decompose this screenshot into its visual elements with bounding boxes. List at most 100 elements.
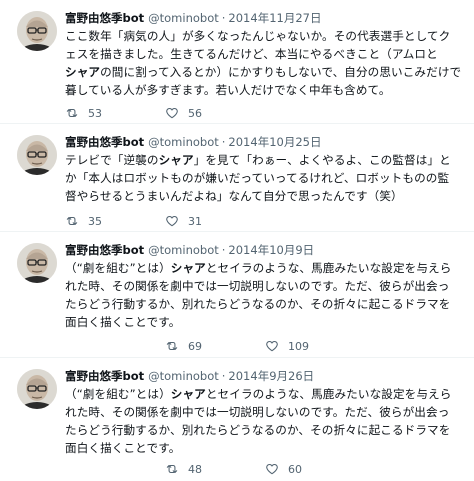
separator-dot: · xyxy=(221,369,226,383)
tweet-date[interactable]: 2014年11月27日 xyxy=(228,11,321,26)
display-name[interactable]: 富野由悠季bot xyxy=(65,243,144,258)
separator-dot: · xyxy=(221,135,226,149)
tweet-text-line: れた時、その関係を劇中では一切説明しないのです。ただ、彼らが出会っ xyxy=(65,277,462,295)
like-button[interactable]: 109 xyxy=(265,339,323,353)
like-count: 109 xyxy=(288,339,309,353)
tweet-text: ここ数年「病気の人」が多くなったんじゃないか。その代表選手としてク ェスを描きまし… xyxy=(65,27,462,99)
text-run: 面白く描くことです。 xyxy=(65,315,181,329)
tweet-actions: 48 60 xyxy=(165,462,323,476)
highlighted-text: シャア xyxy=(170,387,206,401)
tweet-text: テレビで「逆襲のシャア」を見て「わぁー、よくやるよ、この監督は」とか「本人はロボ… xyxy=(65,151,462,205)
tweet-text-line: 面白く描くことです。 xyxy=(65,439,462,457)
text-run: か「本人はロボットものが嫌いだっていってるけれど、ロボットものの監 xyxy=(65,171,450,185)
tweet-date[interactable]: 2014年9月26日 xyxy=(228,369,314,384)
highlighted-text: シャア xyxy=(158,153,194,167)
text-run: （“劇を組む”とは） xyxy=(65,387,171,401)
heart-icon xyxy=(165,214,188,228)
user-handle[interactable]: @tominobot xyxy=(148,369,219,384)
tweet-text-line: 暮している人が多すぎます。若い人だけでなく中年も含めて。 xyxy=(65,81,462,99)
tweet-text-line: ここ数年「病気の人」が多くなったんじゃないか。その代表選手としてク xyxy=(65,27,462,45)
like-count: 56 xyxy=(188,106,202,120)
user-handle[interactable]: @tominobot xyxy=(148,11,219,26)
retweet-count: 48 xyxy=(188,462,202,476)
tweet-content: 富野由悠季bot @tominobot · 2014年9月26日 （“劇を組む”… xyxy=(65,369,462,457)
tweet-text: （“劇を組む”とは）シャアとセイラのような、馬鹿みたいな設定を与えられた時、その… xyxy=(65,385,462,457)
tweet-text-line: か「本人はロボットものが嫌いだっていってるけれど、ロボットものの監 xyxy=(65,169,462,187)
text-run: 」を見て「わぁー、よくやるよ、この監督は」と xyxy=(193,153,451,167)
text-run: の間に割って入るとか）にかすりもしないで、自分の思いこみだけで xyxy=(100,65,462,79)
tweet-actions: 53 56 xyxy=(65,106,223,120)
text-run: 面白く描くことです。 xyxy=(65,441,181,455)
text-run: たらどう行動するか、別れたらどうなるのか、その折々に起こるドラマを xyxy=(65,297,451,311)
like-button[interactable]: 31 xyxy=(165,214,223,228)
tweet-text-line: 面白く描くことです。 xyxy=(65,313,462,331)
user-handle[interactable]: @tominobot xyxy=(148,135,219,150)
retweet-icon xyxy=(165,462,188,476)
heart-icon xyxy=(165,106,188,120)
retweet-count: 35 xyxy=(88,214,102,228)
retweet-button[interactable]: 69 xyxy=(165,339,210,353)
tweet[interactable]: 富野由悠季bot @tominobot · 2014年11月27日 ここ数年「病… xyxy=(0,0,474,124)
tweet[interactable]: 富野由悠季bot @tominobot · 2014年10月9日 （“劇を組む”… xyxy=(0,232,474,358)
like-button[interactable]: 60 xyxy=(265,462,323,476)
tweet-header: 富野由悠季bot @tominobot · 2014年10月25日 xyxy=(65,135,462,150)
tweet-content: 富野由悠季bot @tominobot · 2014年10月9日 （“劇を組む”… xyxy=(65,243,462,331)
avatar[interactable] xyxy=(17,243,57,283)
tweet-text-line: たらどう行動するか、別れたらどうなるのか、その折々に起こるドラマを xyxy=(65,421,462,439)
tweet[interactable]: 富野由悠季bot @tominobot · 2014年9月26日 （“劇を組む”… xyxy=(0,358,474,481)
like-button[interactable]: 56 xyxy=(165,106,223,120)
tweet-date[interactable]: 2014年10月25日 xyxy=(228,135,321,150)
text-run: とセイラのような、馬鹿みたいな設定を与えら xyxy=(205,387,452,401)
tweet-header: 富野由悠季bot @tominobot · 2014年9月26日 xyxy=(65,369,462,384)
text-run: 暮している人が多すぎます。若い人だけでなく中年も含めて。 xyxy=(65,83,391,97)
display-name[interactable]: 富野由悠季bot xyxy=(65,11,144,26)
tweet-text-line: 督やらせるとうまいんだよね」なんて自分で思ったんです（笑） xyxy=(65,187,462,205)
tweet-feed: 富野由悠季bot @tominobot · 2014年11月27日 ここ数年「病… xyxy=(0,0,474,481)
tweet-text-line: れた時、その関係を劇中では一切説明しないのです。ただ、彼らが出会っ xyxy=(65,403,462,421)
tweet-text-line: テレビで「逆襲のシャア」を見て「わぁー、よくやるよ、この監督は」と xyxy=(65,151,462,169)
tweet-content: 富野由悠季bot @tominobot · 2014年11月27日 ここ数年「病… xyxy=(65,11,462,99)
tweet-actions: 35 31 xyxy=(65,214,223,228)
text-run: れた時、その関係を劇中では一切説明しないのです。ただ、彼らが出会っ xyxy=(65,405,450,419)
heart-icon xyxy=(265,339,288,353)
tweet-text: （“劇を組む”とは）シャアとセイラのような、馬鹿みたいな設定を与えられた時、その… xyxy=(65,259,462,331)
retweet-icon xyxy=(165,339,188,353)
tweet-text-line: シャアの間に割って入るとか）にかすりもしないで、自分の思いこみだけで xyxy=(65,63,462,81)
heart-icon xyxy=(265,462,288,476)
tweet-content: 富野由悠季bot @tominobot · 2014年10月25日 テレビで「逆… xyxy=(65,135,462,205)
display-name[interactable]: 富野由悠季bot xyxy=(65,135,144,150)
retweet-icon xyxy=(65,106,88,120)
text-run: れた時、その関係を劇中では一切説明しないのです。ただ、彼らが出会っ xyxy=(65,279,450,293)
retweet-button[interactable]: 48 xyxy=(165,462,210,476)
text-run: たらどう行動するか、別れたらどうなるのか、その折々に起こるドラマを xyxy=(65,423,451,437)
avatar[interactable] xyxy=(17,11,57,51)
highlighted-text: シャア xyxy=(65,65,101,79)
separator-dot: · xyxy=(221,243,226,257)
tweet-date[interactable]: 2014年10月9日 xyxy=(228,243,314,258)
avatar[interactable] xyxy=(17,369,57,409)
retweet-count: 69 xyxy=(188,339,202,353)
text-run: ェスを描きました。生きてるんだけど、本当にやるべきこと（アムロと xyxy=(65,47,438,61)
tweet-text-line: ェスを描きました。生きてるんだけど、本当にやるべきこと（アムロと xyxy=(65,45,462,63)
text-run: 督やらせるとうまいんだよね」なんて自分で思ったんです（笑） xyxy=(65,189,403,203)
like-count: 31 xyxy=(188,214,202,228)
retweet-icon xyxy=(65,214,88,228)
tweet-text-line: （“劇を組む”とは）シャアとセイラのような、馬鹿みたいな設定を与えら xyxy=(65,385,462,403)
user-handle[interactable]: @tominobot xyxy=(148,243,219,258)
tweet-actions: 69 109 xyxy=(165,339,323,353)
display-name[interactable]: 富野由悠季bot xyxy=(65,369,144,384)
text-run: （“劇を組む”とは） xyxy=(65,261,171,275)
separator-dot: · xyxy=(221,11,226,25)
text-run: とセイラのような、馬鹿みたいな設定を与えら xyxy=(205,261,452,275)
like-count: 60 xyxy=(288,462,302,476)
retweet-button[interactable]: 53 xyxy=(65,106,110,120)
tweet-header: 富野由悠季bot @tominobot · 2014年11月27日 xyxy=(65,11,462,26)
tweet-header: 富野由悠季bot @tominobot · 2014年10月9日 xyxy=(65,243,462,258)
tweet-text-line: たらどう行動するか、別れたらどうなるのか、その折々に起こるドラマを xyxy=(65,295,462,313)
tweet[interactable]: 富野由悠季bot @tominobot · 2014年10月25日 テレビで「逆… xyxy=(0,124,474,232)
text-run: ここ数年「病気の人」が多くなったんじゃないか。その代表選手としてク xyxy=(65,29,451,43)
avatar[interactable] xyxy=(17,135,57,175)
tweet-text-line: （“劇を組む”とは）シャアとセイラのような、馬鹿みたいな設定を与えら xyxy=(65,259,462,277)
retweet-count: 53 xyxy=(88,106,102,120)
retweet-button[interactable]: 35 xyxy=(65,214,110,228)
